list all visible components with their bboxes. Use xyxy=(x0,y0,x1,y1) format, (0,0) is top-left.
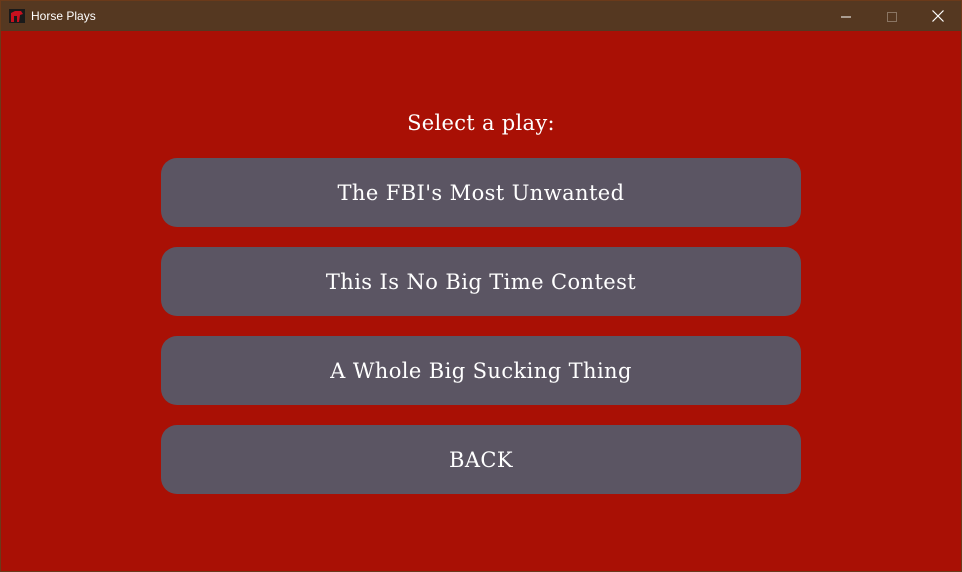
close-button[interactable] xyxy=(915,1,961,31)
minimize-icon xyxy=(841,7,851,26)
horse-plays-app-icon xyxy=(9,8,25,24)
select-play-heading: Select a play: xyxy=(407,111,555,135)
play-button-no-big-time-contest[interactable]: This Is No Big Time Contest xyxy=(161,247,801,316)
play-select-screen: Select a play: The FBI's Most Unwanted T… xyxy=(1,31,961,571)
window-controls xyxy=(823,1,961,31)
maximize-icon xyxy=(887,7,897,26)
minimize-button[interactable] xyxy=(823,1,869,31)
close-icon xyxy=(932,7,944,26)
window-title: Horse Plays xyxy=(31,9,96,23)
play-button-fbis-most-unwanted[interactable]: The FBI's Most Unwanted xyxy=(161,158,801,227)
back-button[interactable]: BACK xyxy=(161,425,801,494)
play-button-whole-big-sucking-thing[interactable]: A Whole Big Sucking Thing xyxy=(161,336,801,405)
maximize-button[interactable] xyxy=(869,1,915,31)
title-bar[interactable]: Horse Plays xyxy=(1,1,961,31)
app-window: Horse Plays Select a play: The FBI's Mos… xyxy=(0,0,962,572)
